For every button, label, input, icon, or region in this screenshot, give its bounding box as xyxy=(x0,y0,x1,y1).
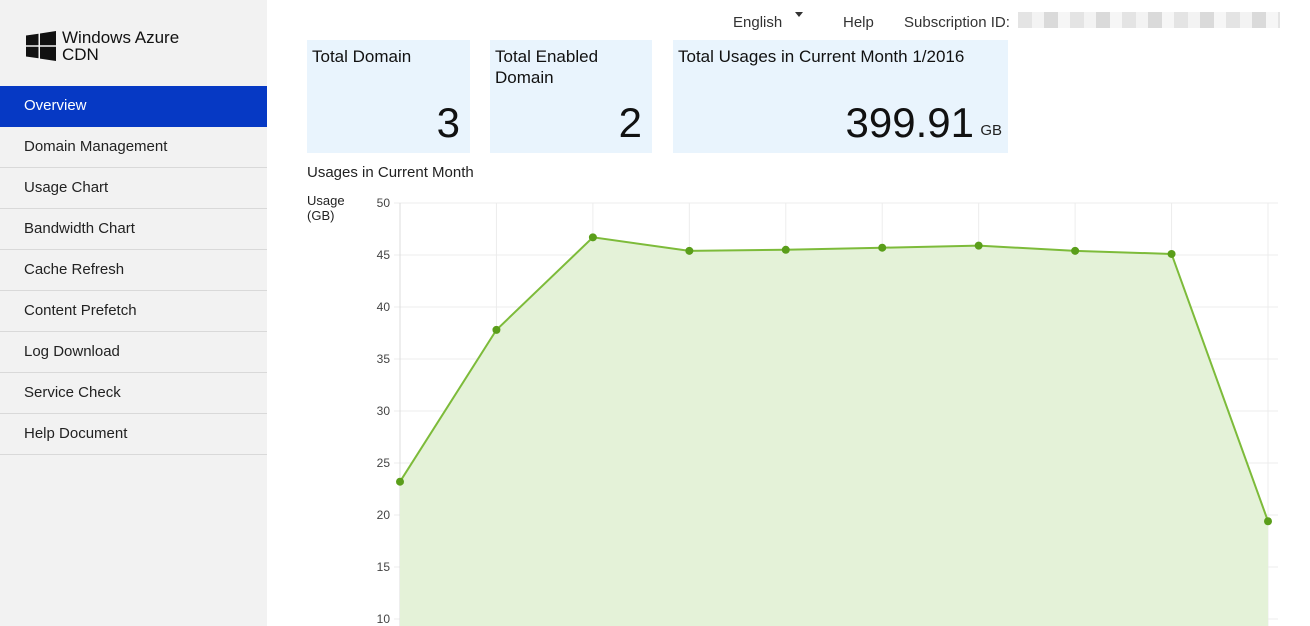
data-point xyxy=(1071,246,1080,255)
y-tick-label: 30 xyxy=(377,404,391,418)
y-tick-label: 10 xyxy=(377,612,391,626)
series-area-fill xyxy=(400,237,1268,626)
y-tick-label: 15 xyxy=(377,560,391,574)
y-tick-label: 40 xyxy=(377,300,391,314)
data-point xyxy=(974,241,983,250)
data-point xyxy=(492,325,501,334)
data-point xyxy=(588,233,597,242)
data-point xyxy=(1264,517,1272,526)
y-tick-label: 50 xyxy=(377,196,391,210)
data-point xyxy=(781,245,790,254)
y-tick-label: 25 xyxy=(377,456,391,470)
y-tick-label: 45 xyxy=(377,248,391,262)
y-tick-label: 20 xyxy=(377,508,391,522)
data-point xyxy=(685,246,694,255)
usage-area-chart: 10 15 20 25 30 35 40 45 50 xyxy=(377,196,1278,626)
y-tick-label: 35 xyxy=(377,352,391,366)
data-point xyxy=(1167,249,1176,258)
data-point xyxy=(396,477,404,486)
data-point xyxy=(878,243,887,252)
